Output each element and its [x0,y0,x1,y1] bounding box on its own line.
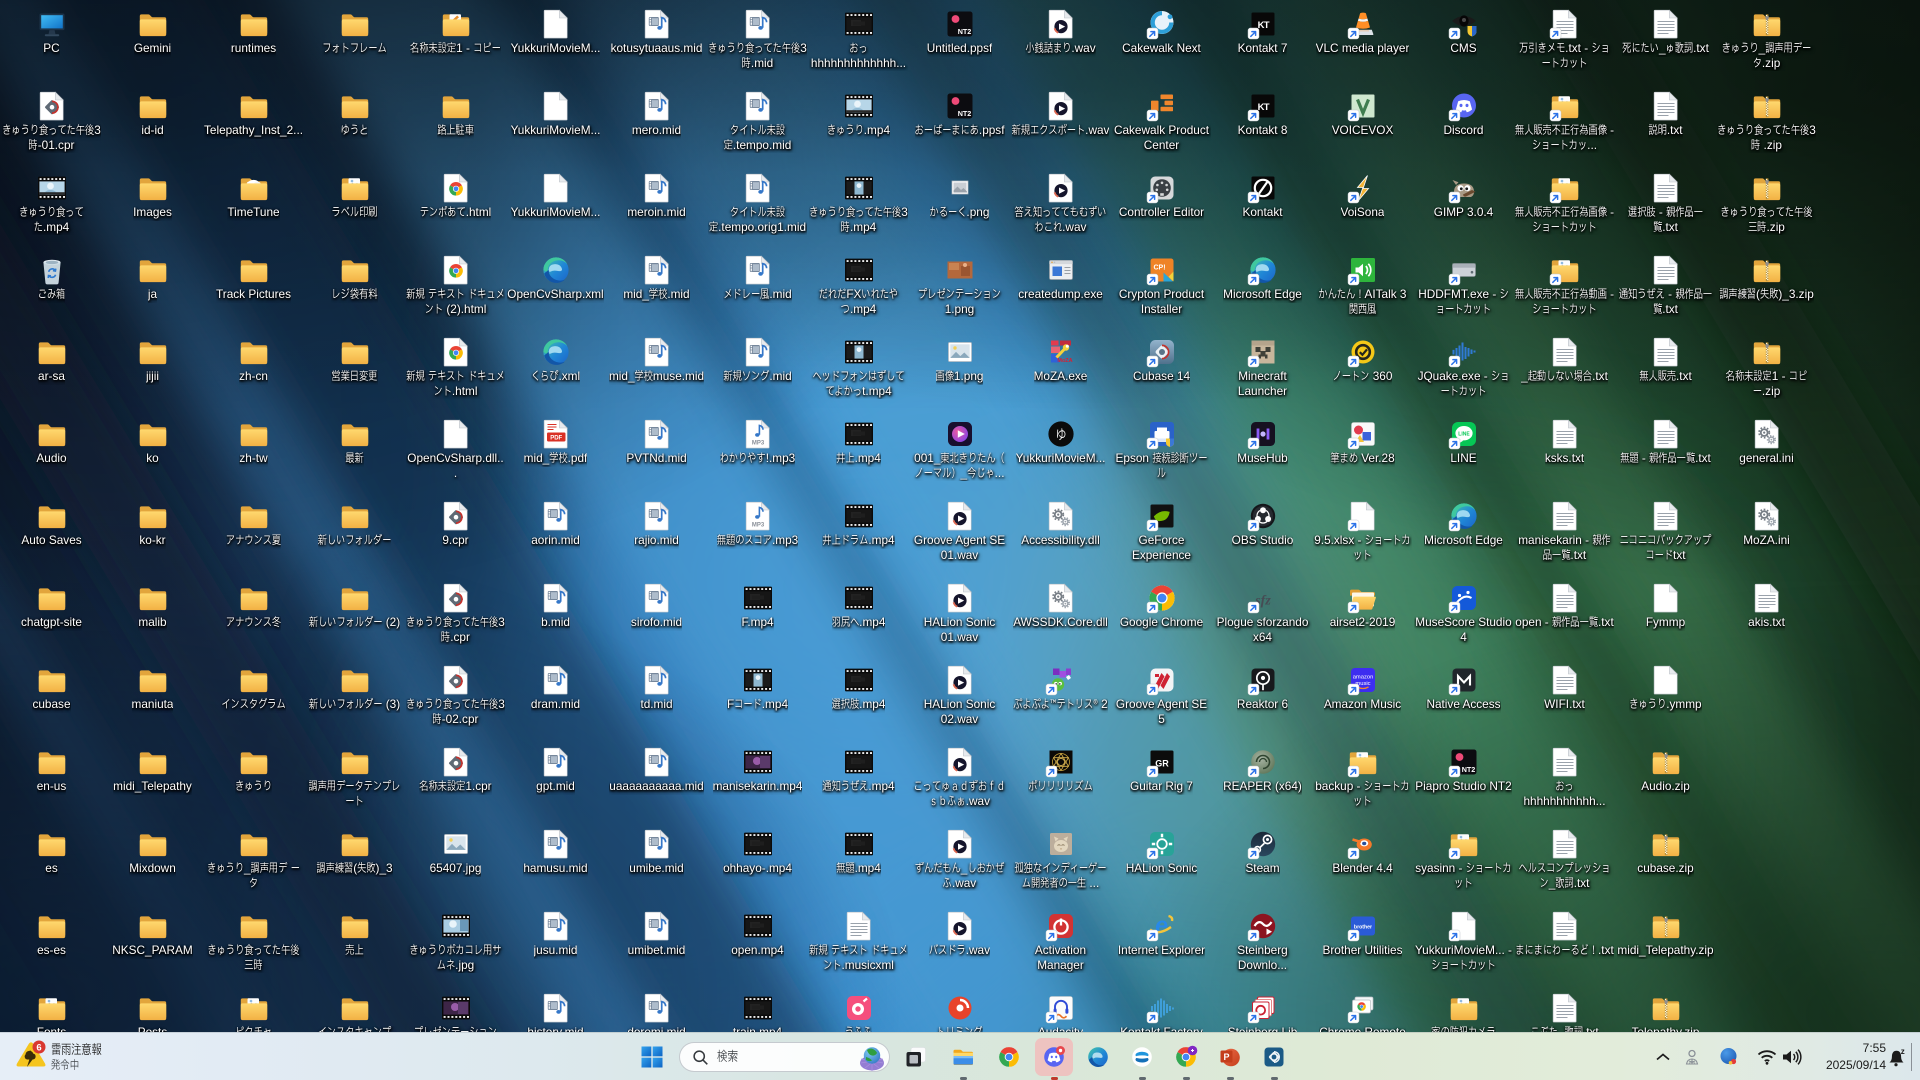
svg-text:P: P [1223,1052,1229,1062]
svg-text:6: 6 [36,1042,41,1053]
svg-text:z: z [1901,1047,1905,1056]
